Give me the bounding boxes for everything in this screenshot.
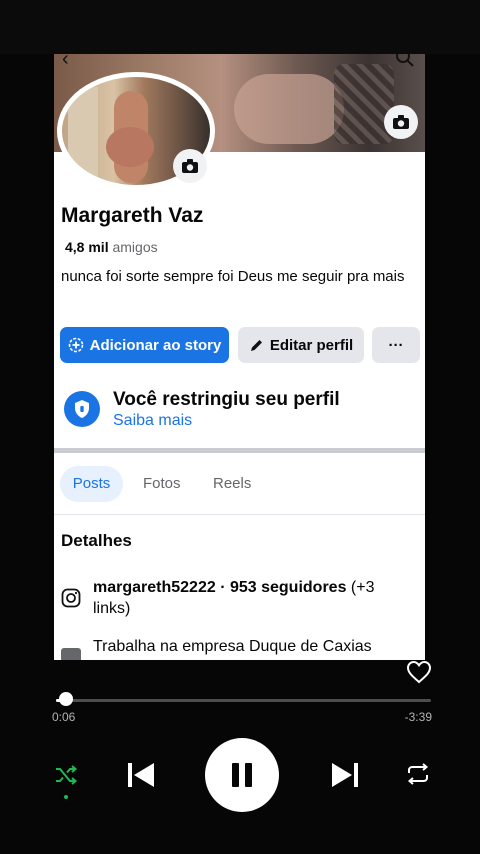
add-story-label: Adicionar ao story <box>89 336 222 354</box>
edit-profile-label: Editar perfil <box>269 336 354 354</box>
work-detail: Trabalha na empresa Duque de Caxias <box>93 638 372 655</box>
tabs-separator <box>54 514 425 515</box>
heart-icon[interactable] <box>406 660 432 689</box>
section-divider <box>54 448 425 453</box>
friends-count[interactable]: 4,8 mil amigos <box>65 239 158 255</box>
skip-next-icon[interactable] <box>330 760 360 795</box>
shield-icon <box>64 391 100 427</box>
instagram-link[interactable]: margareth52222 · 953 seguidores (+3 link… <box>93 577 413 619</box>
profile-tabs: Posts Fotos Reels <box>54 464 425 504</box>
learn-more-link[interactable]: Saiba mais <box>113 412 192 430</box>
friends-count-label: amigos <box>112 239 158 255</box>
remaining-time: -3:39 <box>404 710 432 724</box>
pencil-icon <box>249 338 264 353</box>
add-story-button[interactable]: Adicionar ao story <box>60 327 229 363</box>
shuffle-icon[interactable] <box>54 764 78 791</box>
avatar-door-shape <box>68 87 98 177</box>
elapsed-time: 0:06 <box>52 710 76 724</box>
back-arrow-icon[interactable]: ‹ <box>62 54 69 71</box>
pause-icon <box>232 763 252 787</box>
camera-icon <box>182 159 198 173</box>
top-bar <box>0 0 480 54</box>
add-story-icon <box>68 337 84 353</box>
cover-camera-button[interactable] <box>384 105 418 139</box>
restriction-title: Você restringiu seu perfil <box>113 389 340 410</box>
profile-name: Margareth Vaz <box>61 204 204 227</box>
facebook-profile-screenshot: ‹ Margareth Vaz 4,8 mil amigos nunca foi… <box>54 54 425 660</box>
cover-tattoo-shape <box>334 64 394 144</box>
avatar-camera-button[interactable] <box>173 149 207 183</box>
repeat-icon[interactable] <box>405 762 431 791</box>
instagram-icon <box>61 588 81 613</box>
search-icon[interactable] <box>395 54 415 73</box>
cover-hand-shape <box>234 74 344 144</box>
avatar-figure-hip-shape <box>106 127 154 167</box>
shuffle-active-indicator <box>64 795 68 799</box>
skip-previous-icon[interactable] <box>126 760 156 795</box>
tab-posts[interactable]: Posts <box>60 466 123 502</box>
profile-bio: nunca foi sorte sempre foi Deus me segui… <box>61 268 405 285</box>
tab-reels[interactable]: Reels <box>213 466 251 502</box>
more-options-button[interactable]: ··· <box>372 327 420 363</box>
camera-icon <box>393 115 409 129</box>
edit-profile-button[interactable]: Editar perfil <box>238 327 364 363</box>
tab-fotos[interactable]: Fotos <box>143 466 181 502</box>
progress-track[interactable] <box>56 699 431 702</box>
progress-knob[interactable] <box>59 692 74 706</box>
briefcase-icon <box>61 648 81 660</box>
instagram-handle: margareth52222 · 953 seguidores <box>93 579 347 596</box>
details-heading: Detalhes <box>61 531 132 550</box>
pause-button[interactable] <box>205 738 279 812</box>
friends-count-number: 4,8 mil <box>65 239 109 255</box>
